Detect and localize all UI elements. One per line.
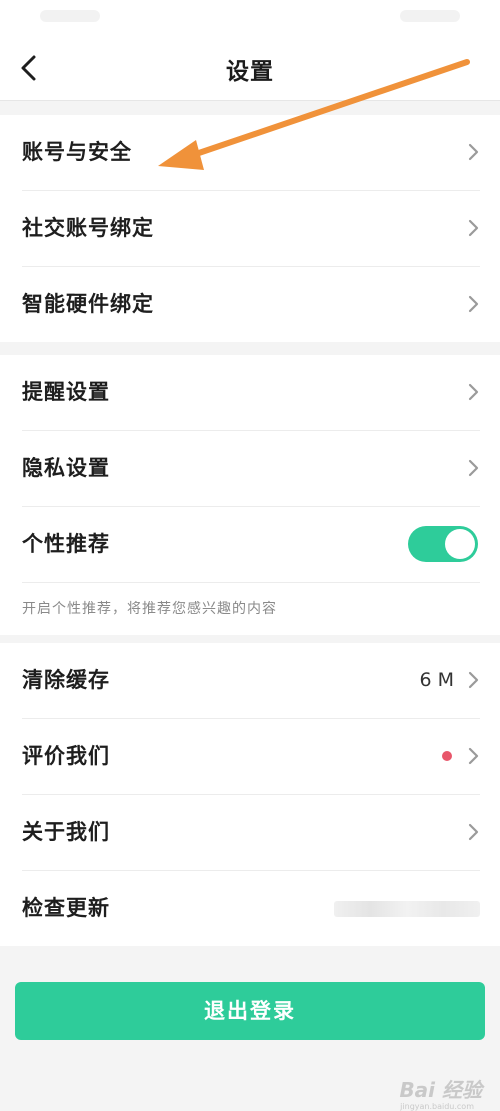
nav-header: 设置	[0, 34, 500, 101]
status-bar	[0, 0, 500, 34]
social-account-binding-item[interactable]: 社交账号绑定	[22, 191, 480, 267]
smart-hardware-binding-item[interactable]: 智能硬件绑定	[22, 267, 480, 342]
chevron-right-icon	[468, 459, 479, 477]
chevron-right-icon	[468, 671, 479, 689]
account-security-item[interactable]: 账号与安全	[22, 115, 480, 191]
personal-recommendation-item: 个性推荐	[22, 507, 480, 583]
baidu-watermark: Bai 经验	[399, 1078, 482, 1102]
chevron-right-icon	[468, 143, 479, 161]
preferences-group: 提醒设置 隐私设置 个性推荐 开启个性推荐，将推荐您感兴趣的内容	[0, 355, 500, 635]
personal-recommendation-hint: 开启个性推荐，将推荐您感兴趣的内容	[22, 601, 277, 617]
check-update-label: 检查更新	[22, 896, 110, 920]
chevron-right-icon	[468, 219, 479, 237]
chevron-right-icon	[468, 823, 479, 841]
clear-cache-item[interactable]: 清除缓存 6 M	[22, 643, 480, 719]
account-group: 账号与安全 社交账号绑定 智能硬件绑定	[0, 115, 500, 342]
privacy-settings-item[interactable]: 隐私设置	[22, 431, 480, 507]
clear-cache-label: 清除缓存	[22, 668, 110, 692]
page-title: 设置	[226, 59, 274, 85]
social-account-binding-label: 社交账号绑定	[22, 216, 154, 240]
account-security-label: 账号与安全	[22, 140, 132, 164]
reminder-settings-item[interactable]: 提醒设置	[22, 355, 480, 431]
misc-group: 清除缓存 6 M 评价我们 关于我们 检查更新	[0, 643, 500, 946]
logout-button[interactable]: 退出登录	[15, 982, 485, 1040]
about-us-item[interactable]: 关于我们	[22, 795, 480, 871]
status-bar-blur	[40, 10, 100, 22]
about-us-label: 关于我们	[22, 820, 110, 844]
blurred-version-info	[334, 901, 480, 917]
toggle-knob	[445, 529, 475, 559]
baidu-watermark-url: jingyan.baidu.com	[400, 1102, 474, 1111]
notification-dot	[442, 751, 452, 761]
chevron-right-icon	[468, 295, 479, 313]
personal-recommendation-label: 个性推荐	[22, 532, 110, 556]
rate-us-item[interactable]: 评价我们	[22, 719, 480, 795]
reminder-settings-label: 提醒设置	[22, 380, 110, 404]
status-bar-blur	[400, 10, 460, 22]
check-update-item[interactable]: 检查更新	[22, 871, 480, 946]
smart-hardware-binding-label: 智能硬件绑定	[22, 292, 154, 316]
privacy-settings-label: 隐私设置	[22, 456, 110, 480]
chevron-right-icon	[468, 383, 479, 401]
rate-us-label: 评价我们	[22, 744, 110, 768]
personal-recommendation-toggle[interactable]	[408, 526, 478, 562]
chevron-right-icon	[468, 747, 479, 765]
cache-size-value: 6 M	[419, 669, 454, 691]
